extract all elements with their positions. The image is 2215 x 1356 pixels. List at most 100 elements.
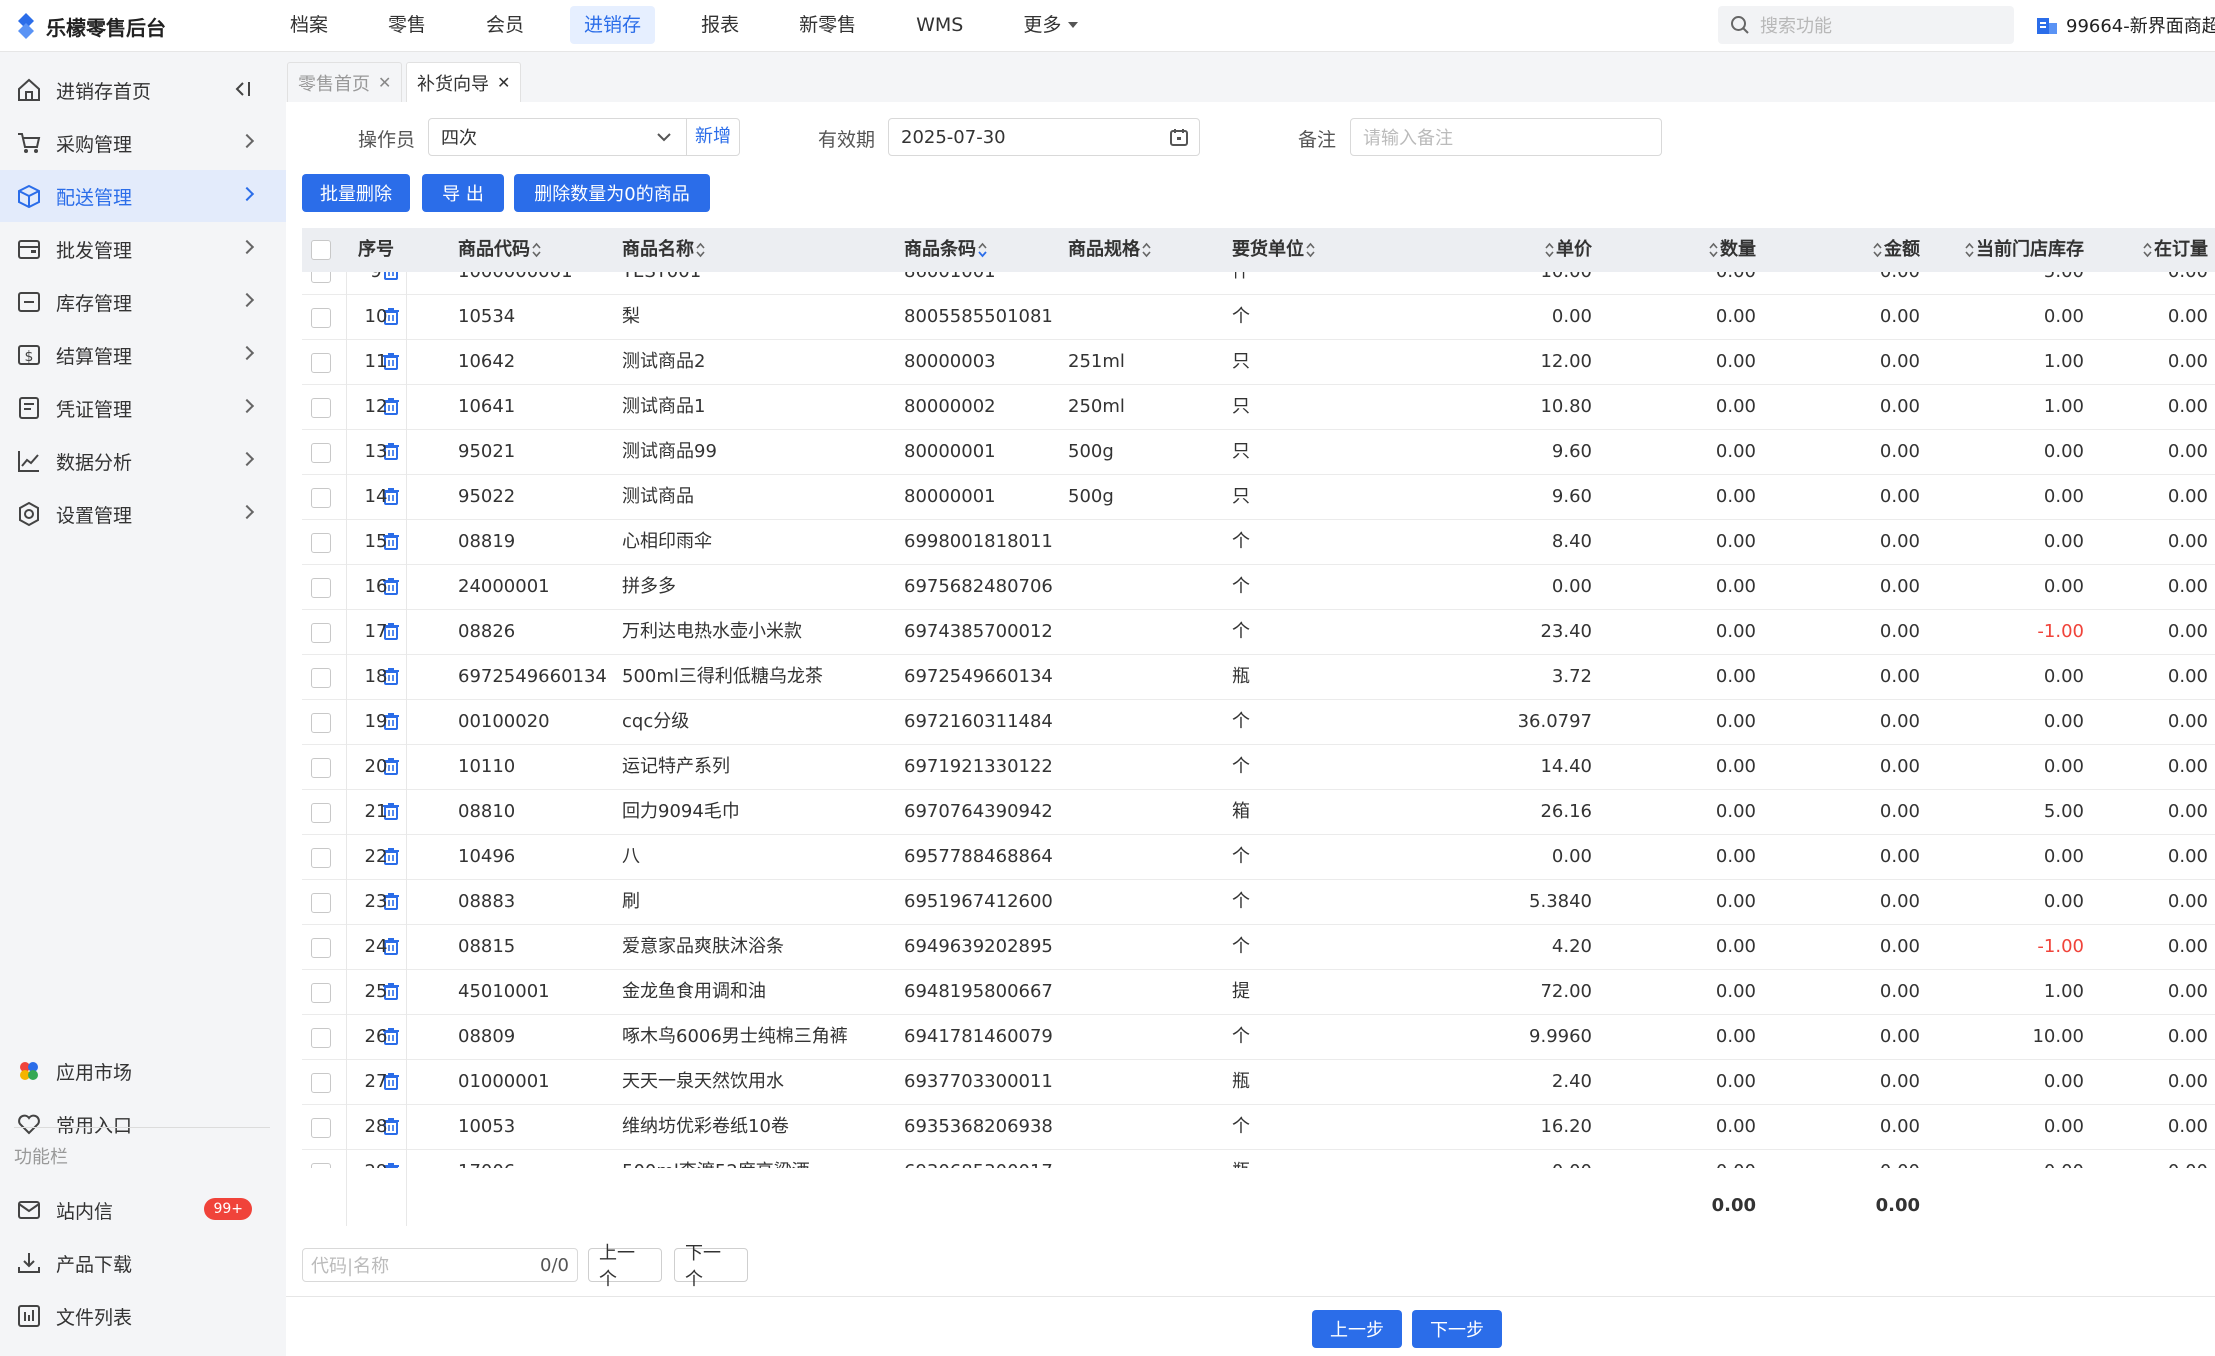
table-row[interactable]: 24 08815 爱意家品爽肤沐浴条 6949639202895 个 4.20 0.00 0.… <box>302 925 2215 970</box>
row-checkbox[interactable] <box>311 803 331 823</box>
header-label: 商品名称 <box>622 239 694 260</box>
sidebar-item-settings[interactable]: 设置管理 <box>0 488 286 540</box>
sidebar-item-wholesale[interactable]: 批发管理 <box>0 223 286 275</box>
tab-retail-home[interactable]: 零售首页 ✕ <box>287 62 403 102</box>
sidebar-item-voucher[interactable]: 凭证管理 <box>0 382 286 434</box>
table-row[interactable]: 18 6972549660134 500ml三得利低糖乌龙茶 697254966013… <box>302 655 2215 700</box>
table-row[interactable]: 20 10110 运记特产系列 6971921330122 个 14.40 0.00 0.00… <box>302 745 2215 790</box>
table-row[interactable]: 28 10053 维纳坊优彩卷纸10卷 6935368206938 个 16.20 0.00… <box>302 1105 2215 1150</box>
cell-code: 95021 <box>458 441 516 462</box>
next-step-button[interactable]: 下一步 <box>1412 1310 1502 1348</box>
operator-select[interactable]: 四次 新增 <box>428 118 740 156</box>
row-checkbox[interactable] <box>311 893 331 913</box>
row-checkbox[interactable] <box>311 1118 331 1138</box>
row-checkbox[interactable] <box>311 1073 331 1093</box>
valid-date-picker[interactable]: 2025-07-30 <box>888 118 1200 156</box>
table-row[interactable]: 12 10641 测试商品1 80000002 250ml 只 10.80 0.00 0.00 1… <box>302 385 2215 430</box>
tab-replenish-wizard[interactable]: 补货向导 ✕ <box>406 62 522 102</box>
sidebar-item-settlement[interactable]: $ 结算管理 <box>0 329 286 381</box>
row-checkbox[interactable] <box>311 272 331 283</box>
header-name[interactable]: 商品名称 <box>622 228 707 272</box>
row-checkbox[interactable] <box>311 308 331 328</box>
remark-input[interactable]: 请输入备注 <box>1350 118 1662 156</box>
row-checkbox[interactable] <box>311 713 331 733</box>
nav-retail[interactable]: 零售 <box>374 6 440 44</box>
find-prev-button[interactable]: 上一个 <box>588 1243 662 1290</box>
sidebar-item-purchase[interactable]: 采购管理 <box>0 117 286 169</box>
cell-stock: 0.00 <box>2043 441 2084 462</box>
logo-icon <box>18 13 34 39</box>
header-price[interactable]: 单价 <box>1482 228 1592 272</box>
find-next-button[interactable]: 下一个 <box>674 1243 748 1290</box>
cell-onorder: 0.00 <box>2167 306 2208 327</box>
sidebar-item-analytics[interactable]: 数据分析 <box>0 435 286 487</box>
table-row[interactable]: 14 95022 测试商品 80000001 500g 只 9.60 0.00 0.00 0.00… <box>302 475 2215 520</box>
row-checkbox[interactable] <box>311 1163 331 1168</box>
nav-wms[interactable]: WMS <box>902 6 977 44</box>
header-stock[interactable]: 当前门店库存 <box>1896 228 2084 272</box>
nav-more[interactable]: 更多 <box>1009 6 1092 44</box>
header-label: 商品代码 <box>458 239 530 260</box>
prev-step-button[interactable]: 上一步 <box>1312 1310 1402 1348</box>
table-row[interactable]: 22 10496 八 6957788468864 个 0.00 0.00 0.00 0.00 0.… <box>302 835 2215 880</box>
row-checkbox[interactable] <box>311 488 331 508</box>
row-checkbox[interactable] <box>311 623 331 643</box>
nav-archive[interactable]: 档案 <box>276 6 342 44</box>
row-checkbox[interactable] <box>311 1028 331 1048</box>
row-checkbox[interactable] <box>311 758 331 778</box>
nav-member[interactable]: 会员 <box>472 6 538 44</box>
table-row[interactable]: 16 24000001 拼多多 6975682480706 个 0.00 0.00 0.00 0… <box>302 565 2215 610</box>
select-all-checkbox[interactable] <box>311 240 331 260</box>
sidebar-item-messages[interactable]: 站内信 99+ <box>0 1184 286 1236</box>
app-logo[interactable]: 乐檬零售后台 <box>14 12 166 40</box>
row-checkbox[interactable] <box>311 578 331 598</box>
table-row[interactable]: 25 45010001 金龙鱼食用调和油 6948195800667 提 72.00 0.0… <box>302 970 2215 1015</box>
row-checkbox[interactable] <box>311 983 331 1003</box>
header-spec[interactable]: 商品规格 <box>1068 228 1153 272</box>
sidebar-item-stock[interactable]: 库存管理 <box>0 276 286 328</box>
close-icon[interactable]: ✕ <box>497 73 510 92</box>
search-input[interactable]: 搜索功能 <box>1718 6 2014 44</box>
sidebar-item-inventory-home[interactable]: 进销存首页 <box>0 64 286 116</box>
table-row[interactable]: 29 17006500ml李渡52度高粱酒 6930685300017 瓶 0.00 0.… <box>302 1150 2215 1168</box>
nav-report[interactable]: 报表 <box>687 6 753 44</box>
row-checkbox[interactable] <box>311 398 331 418</box>
table-row[interactable]: 9 1000000001TEST001 86001001 件 10.00 0.00 0.00… <box>302 272 2215 295</box>
row-checkbox[interactable] <box>311 848 331 868</box>
header-onorder[interactable]: 在订量 <box>2112 228 2208 272</box>
row-finder-input[interactable]: 代码|名称 0/0 <box>302 1248 578 1282</box>
nav-new-retail[interactable]: 新零售 <box>785 6 870 44</box>
row-checkbox[interactable] <box>311 353 331 373</box>
table-row[interactable]: 13 95021 测试商品99 80000001 500g 只 9.60 0.00 0.00 0.… <box>302 430 2215 475</box>
table-row[interactable]: 26 08809 啄木鸟6006男士纯棉三角裤 6941781460079 个 9.996… <box>302 1015 2215 1060</box>
header-code[interactable]: 商品代码 <box>458 228 543 272</box>
row-checkbox[interactable] <box>311 443 331 463</box>
header-qty[interactable]: 数量 <box>1646 228 1756 272</box>
table-row[interactable]: 15 08819 心相印雨伞 6998001818011 个 8.40 0.00 0.00 0.… <box>302 520 2215 565</box>
header-unit[interactable]: 要货单位 <box>1232 228 1317 272</box>
sidebar-item-app-market[interactable]: 应用市场 <box>0 1045 286 1097</box>
table-row[interactable]: 21 08810 回力9094毛巾 6970764390942 箱 26.16 0.00 0.… <box>302 790 2215 835</box>
collapse-sidebar-icon[interactable] <box>232 78 254 100</box>
close-icon[interactable]: ✕ <box>378 73 391 92</box>
table-row[interactable]: 19 00100020 cqc分级 6972160311484 个 36.0797 0.00… <box>302 700 2215 745</box>
header-barcode[interactable]: 商品条码 <box>904 228 989 272</box>
delete-zero-qty-button[interactable]: 删除数量为0的商品 <box>514 174 710 212</box>
cell-amount: 0.00 <box>1879 306 1920 327</box>
table-row[interactable]: 23 08883 刷 6951967412600 个 5.3840 0.00 0.00 0.00… <box>302 880 2215 925</box>
sidebar-item-delivery[interactable]: 配送管理 <box>0 170 286 222</box>
table-row[interactable]: 17 08826 万利达电热水壶小米款 6974385700012 个 23.40 0.00… <box>302 610 2215 655</box>
row-checkbox[interactable] <box>311 668 331 688</box>
store-selector[interactable]: 99664-新界面商超 <box>2036 12 2215 38</box>
export-button[interactable]: 导 出 <box>422 174 504 212</box>
sidebar-item-files[interactable]: 文件列表 <box>0 1290 286 1342</box>
add-operator-button[interactable]: 新增 <box>686 119 739 155</box>
table-row[interactable]: 11 10642 测试商品2 80000003 251ml 只 12.00 0.00 0.00 1… <box>302 340 2215 385</box>
nav-inventory[interactable]: 进销存 <box>570 6 656 44</box>
table-row[interactable]: 10 10534 梨 8005585501081 个 0.00 0.00 0.00 0.00 0.… <box>302 295 2215 340</box>
table-row[interactable]: 27 01000001 天天一泉天然饮用水 6937703300011 瓶 2.40 0.0… <box>302 1060 2215 1105</box>
sidebar-item-downloads[interactable]: 产品下载 <box>0 1237 286 1289</box>
batch-delete-button[interactable]: 批量删除 <box>302 174 410 212</box>
row-checkbox[interactable] <box>311 533 331 553</box>
row-checkbox[interactable] <box>311 938 331 958</box>
